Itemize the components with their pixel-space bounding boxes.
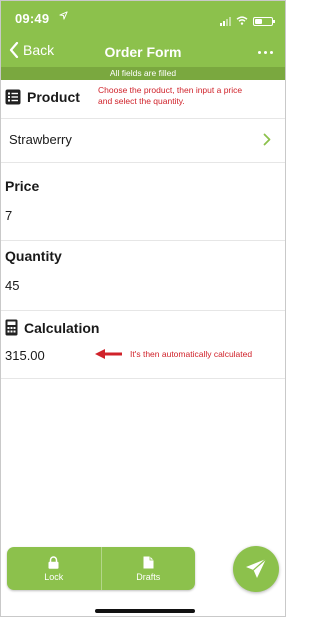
lock-label: Lock xyxy=(44,571,64,582)
lock-icon xyxy=(48,555,59,569)
product-section: Product Choose the product, then input a… xyxy=(1,80,285,119)
product-value: Strawberry xyxy=(9,132,72,147)
quantity-input[interactable]: 45 xyxy=(5,278,275,293)
price-section: Price 7 xyxy=(1,163,285,241)
nav-bar: Back Order Form xyxy=(1,37,285,67)
location-arrow-icon xyxy=(59,11,68,23)
lock-button[interactable]: Lock xyxy=(7,547,101,590)
home-indicator xyxy=(95,609,195,613)
calculation-section: Calculation 315.00 It's then automatical… xyxy=(1,311,285,379)
paper-plane-icon xyxy=(246,558,267,578)
header: 09:49 Back Order Form xyxy=(1,1,285,67)
send-button[interactable] xyxy=(233,546,279,592)
app-screen: 09:49 Back Order Form All fields are fil… xyxy=(0,0,286,617)
price-heading: Price xyxy=(5,178,40,194)
calculator-icon xyxy=(5,319,18,336)
page-title: Order Form xyxy=(104,44,182,60)
more-dots-icon[interactable] xyxy=(258,51,273,54)
price-input[interactable]: 7 xyxy=(5,208,275,223)
drafts-button[interactable]: Drafts xyxy=(100,547,196,590)
wifi-icon xyxy=(236,12,248,30)
signal-icon xyxy=(220,16,231,26)
red-arrow-icon xyxy=(95,349,122,359)
product-selector[interactable]: Strawberry xyxy=(1,119,285,163)
list-icon xyxy=(5,89,21,105)
status-bar: 09:49 xyxy=(1,1,285,35)
status-indicators xyxy=(220,12,275,30)
drafts-label: Drafts xyxy=(136,571,161,582)
battery-icon xyxy=(253,16,275,26)
quantity-heading: Quantity xyxy=(5,248,62,264)
calculation-heading: Calculation xyxy=(5,319,99,336)
product-heading: Product xyxy=(5,89,80,105)
quantity-section: Quantity 45 xyxy=(1,241,285,311)
calculation-value: 315.00 xyxy=(5,348,45,363)
product-annotation: Choose the product, then input a price a… xyxy=(98,85,243,106)
calculation-heading-label: Calculation xyxy=(24,319,100,336)
status-banner: All fields are filled xyxy=(1,67,285,80)
chevron-right-icon xyxy=(263,133,271,146)
bottom-toolbar: Lock Drafts xyxy=(7,547,195,590)
calculation-annotation: It's then automatically calculated xyxy=(130,349,253,359)
status-time: 09:49 xyxy=(15,11,50,26)
document-icon xyxy=(143,556,154,568)
product-heading-label: Product xyxy=(27,89,80,105)
